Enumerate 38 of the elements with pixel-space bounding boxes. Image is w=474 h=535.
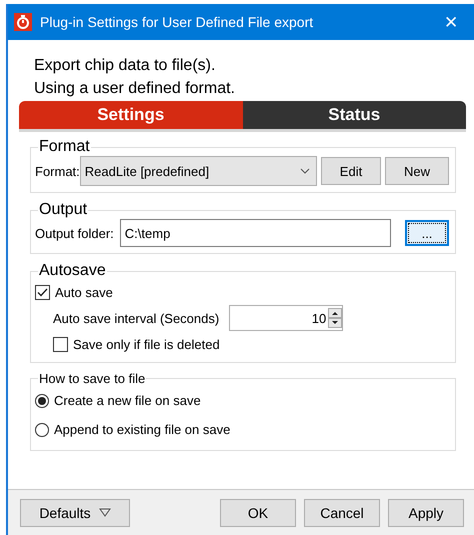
output-folder-label: Output folder: xyxy=(35,226,114,240)
format-button[interactable]: Edit xyxy=(321,157,381,185)
defaults-button[interactable]: Defaults xyxy=(20,498,130,526)
group-title: Format xyxy=(38,138,91,156)
chevron-down-icon xyxy=(300,168,310,174)
output-folder-field[interactable]: C:\temp xyxy=(120,219,391,247)
radio-label: Create a new file on save xyxy=(54,393,201,408)
triangle-down-icon xyxy=(98,508,111,517)
close-button[interactable]: ✕ xyxy=(444,12,458,32)
format-value: ReadLite [predefined] xyxy=(84,164,210,178)
tab[interactable]: Status xyxy=(242,101,466,129)
description-text: Export chip data to file(s). xyxy=(34,56,216,76)
group-title: Output xyxy=(38,201,88,219)
format-dropdown[interactable]: ReadLite [predefined] xyxy=(80,156,317,186)
group-title: How to save to file xyxy=(38,371,146,386)
dialog-button[interactable]: Apply xyxy=(388,498,464,526)
checkbox[interactable] xyxy=(35,284,50,300)
radio-button[interactable] xyxy=(35,394,49,408)
check-icon xyxy=(37,288,48,296)
interval-spinbox[interactable]: 10 xyxy=(229,305,344,331)
dialog-button[interactable]: OK xyxy=(220,498,296,526)
tab[interactable]: Settings xyxy=(19,101,242,129)
checkbox[interactable] xyxy=(53,336,68,352)
browse-button[interactable]: ... xyxy=(405,220,449,246)
window-title: Plug-in Settings for User Defined File export xyxy=(40,14,314,30)
interval-value: 10 xyxy=(310,310,328,326)
radio-button[interactable] xyxy=(35,422,49,436)
group-title: Autosave xyxy=(38,262,107,280)
description-text: Using a user defined format. xyxy=(34,79,236,99)
interval-label: Auto save interval (Seconds) xyxy=(53,310,220,326)
checkbox-label: Save only if file is deleted xyxy=(73,336,220,352)
format-label: Format: xyxy=(35,164,80,178)
stopwatch-icon xyxy=(14,13,32,31)
spin-arrows-icon xyxy=(328,308,342,328)
checkbox-label: Auto save xyxy=(55,284,113,300)
radio-label: Append to existing file on save xyxy=(54,422,230,437)
format-button[interactable]: New xyxy=(385,157,449,185)
dialog-button[interactable]: Cancel xyxy=(304,498,380,526)
